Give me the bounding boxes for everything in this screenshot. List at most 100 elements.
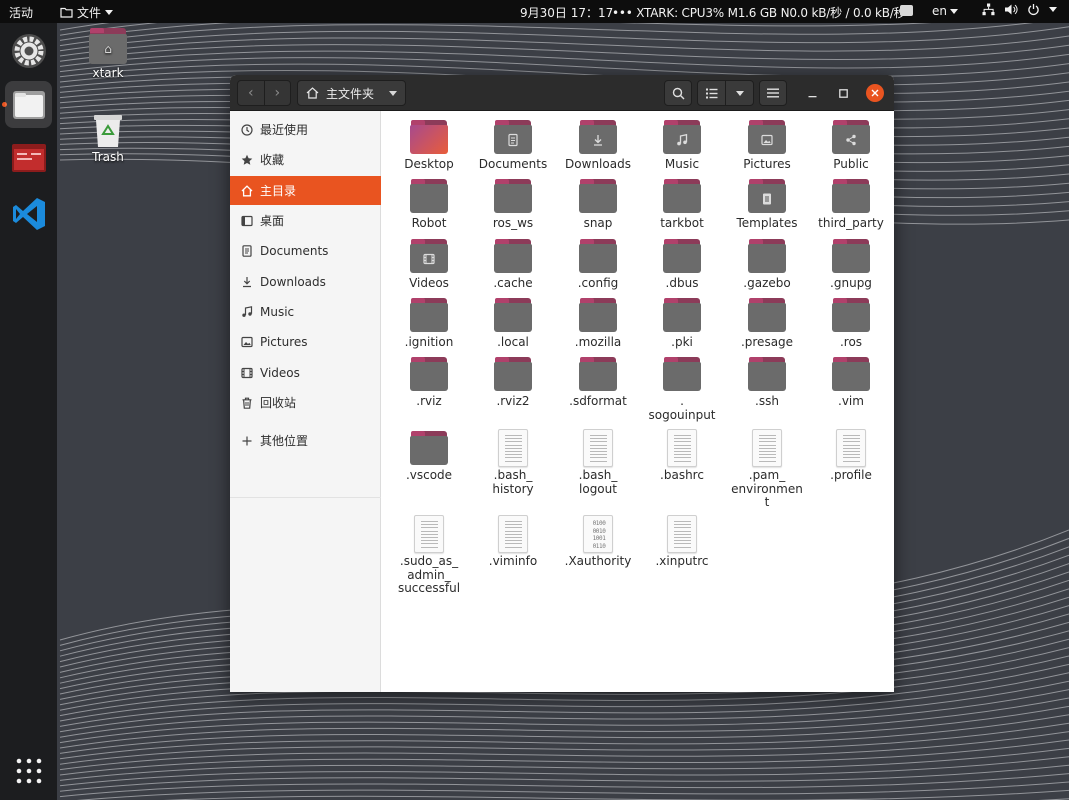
maximize-button[interactable] bbox=[834, 84, 852, 102]
file-name-label: .bash_ logout bbox=[578, 468, 618, 496]
minimize-button[interactable] bbox=[803, 84, 821, 102]
trash-icon bbox=[241, 397, 253, 409]
folder-item[interactable]: Public bbox=[809, 120, 893, 172]
keyboard-icon[interactable] bbox=[900, 5, 913, 16]
list-view-icon bbox=[705, 88, 717, 98]
file-item[interactable]: 0100 0010 1001 0110 .Xauthority bbox=[556, 515, 640, 569]
sidebar-item-4[interactable]: 桌面 bbox=[230, 206, 381, 235]
folder-item[interactable]: .rviz2 bbox=[471, 357, 555, 409]
dock-terminal[interactable] bbox=[5, 134, 52, 181]
sidebar-item-11[interactable]: 其他位置 bbox=[230, 426, 381, 455]
folder-item[interactable]: .gnupg bbox=[809, 239, 893, 291]
folder-item[interactable]: .presage bbox=[725, 298, 809, 350]
folder-item[interactable]: .mozilla bbox=[556, 298, 640, 350]
dock-vscode[interactable] bbox=[5, 190, 52, 237]
folder-icon bbox=[410, 431, 448, 465]
folder-item[interactable]: third_party bbox=[809, 179, 893, 231]
sidebar-item-7[interactable]: Music bbox=[230, 297, 381, 326]
folder-icon bbox=[494, 239, 532, 273]
menu-button[interactable] bbox=[759, 80, 787, 106]
activities-button[interactable]: 活动 bbox=[9, 4, 33, 21]
picture-icon bbox=[241, 336, 253, 348]
search-button[interactable] bbox=[664, 80, 692, 106]
desktop-icon-home[interactable]: ⌂ xtark bbox=[78, 28, 138, 80]
desktop-icon-trash[interactable]: Trash bbox=[78, 114, 138, 164]
folder-item[interactable]: .config bbox=[556, 239, 640, 291]
folder-item[interactable]: Desktop bbox=[387, 120, 471, 172]
file-item[interactable]: .bashrc bbox=[640, 429, 724, 483]
file-name-label: .cache bbox=[493, 276, 533, 290]
folder-item[interactable]: Videos bbox=[387, 239, 471, 291]
folder-item[interactable]: . sogouinput bbox=[640, 357, 724, 422]
dock-files[interactable] bbox=[5, 81, 52, 128]
system-monitor[interactable]: ••• XTARK: CPU3% M1.6 GB N0.0 kB/秒 / 0.0… bbox=[612, 4, 906, 21]
folder-icon bbox=[748, 239, 786, 273]
folder-item[interactable]: .rviz bbox=[387, 357, 471, 409]
folder-item[interactable]: .gazebo bbox=[725, 239, 809, 291]
places-sidebar: 最近使用 收藏 主目录 桌面 Documents Downloads Music Pictur… bbox=[230, 111, 381, 692]
file-item[interactable]: .xinputrc bbox=[640, 515, 724, 569]
show-applications-button[interactable] bbox=[5, 747, 52, 794]
sidebar-item-1[interactable]: 最近使用 bbox=[230, 115, 381, 144]
folder-item[interactable]: .dbus bbox=[640, 239, 724, 291]
file-item[interactable]: .bash_ logout bbox=[556, 429, 640, 496]
dock bbox=[0, 23, 57, 800]
list-view-button[interactable] bbox=[698, 81, 726, 105]
file-name-label: .sudo_as_ admin_ successful bbox=[397, 554, 461, 595]
folder-music-icon bbox=[663, 120, 701, 154]
file-item[interactable]: .sudo_as_ admin_ successful bbox=[387, 515, 471, 596]
sidebar-item-3[interactable]: 主目录 bbox=[230, 176, 381, 205]
folder-item[interactable]: Downloads bbox=[556, 120, 640, 172]
folder-item[interactable]: .ros bbox=[809, 298, 893, 350]
close-button[interactable] bbox=[866, 84, 884, 102]
file-item[interactable]: .pam_ environmen t bbox=[725, 429, 809, 510]
folder-item[interactable]: Documents bbox=[471, 120, 555, 172]
back-button[interactable]: ‹ bbox=[238, 81, 265, 105]
folder-item[interactable]: .ignition bbox=[387, 298, 471, 350]
folder-item[interactable]: .ssh bbox=[725, 357, 809, 409]
folder-item[interactable]: Templates bbox=[725, 179, 809, 231]
text-file-icon bbox=[748, 429, 786, 467]
folder-item[interactable]: .cache bbox=[471, 239, 555, 291]
sidebar-item-label: Downloads bbox=[260, 274, 326, 289]
file-item[interactable]: .bash_ history bbox=[471, 429, 555, 496]
folder-item[interactable]: .local bbox=[471, 298, 555, 350]
file-item[interactable]: .viminfo bbox=[471, 515, 555, 569]
folder-item[interactable]: .vim bbox=[809, 357, 893, 409]
system-tray[interactable] bbox=[982, 3, 1057, 16]
folder-item[interactable]: .pki bbox=[640, 298, 724, 350]
sidebar-item-6[interactable]: Downloads bbox=[230, 267, 381, 296]
folder-item[interactable]: Pictures bbox=[725, 120, 809, 172]
file-item[interactable]: .profile bbox=[809, 429, 893, 483]
maximize-icon bbox=[838, 88, 848, 98]
sidebar-item-8[interactable]: Pictures bbox=[230, 327, 381, 356]
app-menu-label: 文件 bbox=[77, 6, 102, 20]
folder-item[interactable]: ros_ws bbox=[471, 179, 555, 231]
forward-button[interactable]: › bbox=[265, 81, 291, 105]
clock[interactable]: 9月30日 17：17 bbox=[520, 4, 613, 21]
sidebar-item-10[interactable]: 回收站 bbox=[230, 388, 381, 417]
folder-icon bbox=[494, 298, 532, 332]
folder-item[interactable]: .vscode bbox=[387, 431, 471, 483]
folder-icon bbox=[832, 298, 870, 332]
folder-item[interactable]: Robot bbox=[387, 179, 471, 231]
app-menu[interactable]: 文件 bbox=[60, 4, 114, 21]
file-name-label: Public bbox=[833, 157, 869, 171]
folder-item[interactable]: Music bbox=[640, 120, 724, 172]
folder-item[interactable]: tarkbot bbox=[640, 179, 724, 231]
folder-item[interactable]: .sdformat bbox=[556, 357, 640, 409]
sidebar-item-2[interactable]: 收藏 bbox=[230, 145, 381, 174]
folder-item[interactable]: snap bbox=[556, 179, 640, 231]
file-name-label: .Xauthority bbox=[564, 554, 632, 568]
music-icon bbox=[241, 305, 253, 318]
sidebar-item-9[interactable]: Videos bbox=[230, 358, 381, 387]
folder-icon bbox=[494, 179, 532, 213]
chevron-down-icon bbox=[389, 91, 397, 96]
sidebar-item-5[interactable]: Documents bbox=[230, 236, 381, 265]
home-folder-icon: ⌂ bbox=[89, 28, 127, 64]
dock-settings[interactable] bbox=[5, 27, 52, 74]
folder-public-icon bbox=[832, 120, 870, 154]
language-selector[interactable]: en bbox=[932, 4, 958, 18]
path-bar-button[interactable]: 主文件夹 bbox=[297, 80, 406, 106]
view-options-button[interactable] bbox=[726, 81, 753, 105]
